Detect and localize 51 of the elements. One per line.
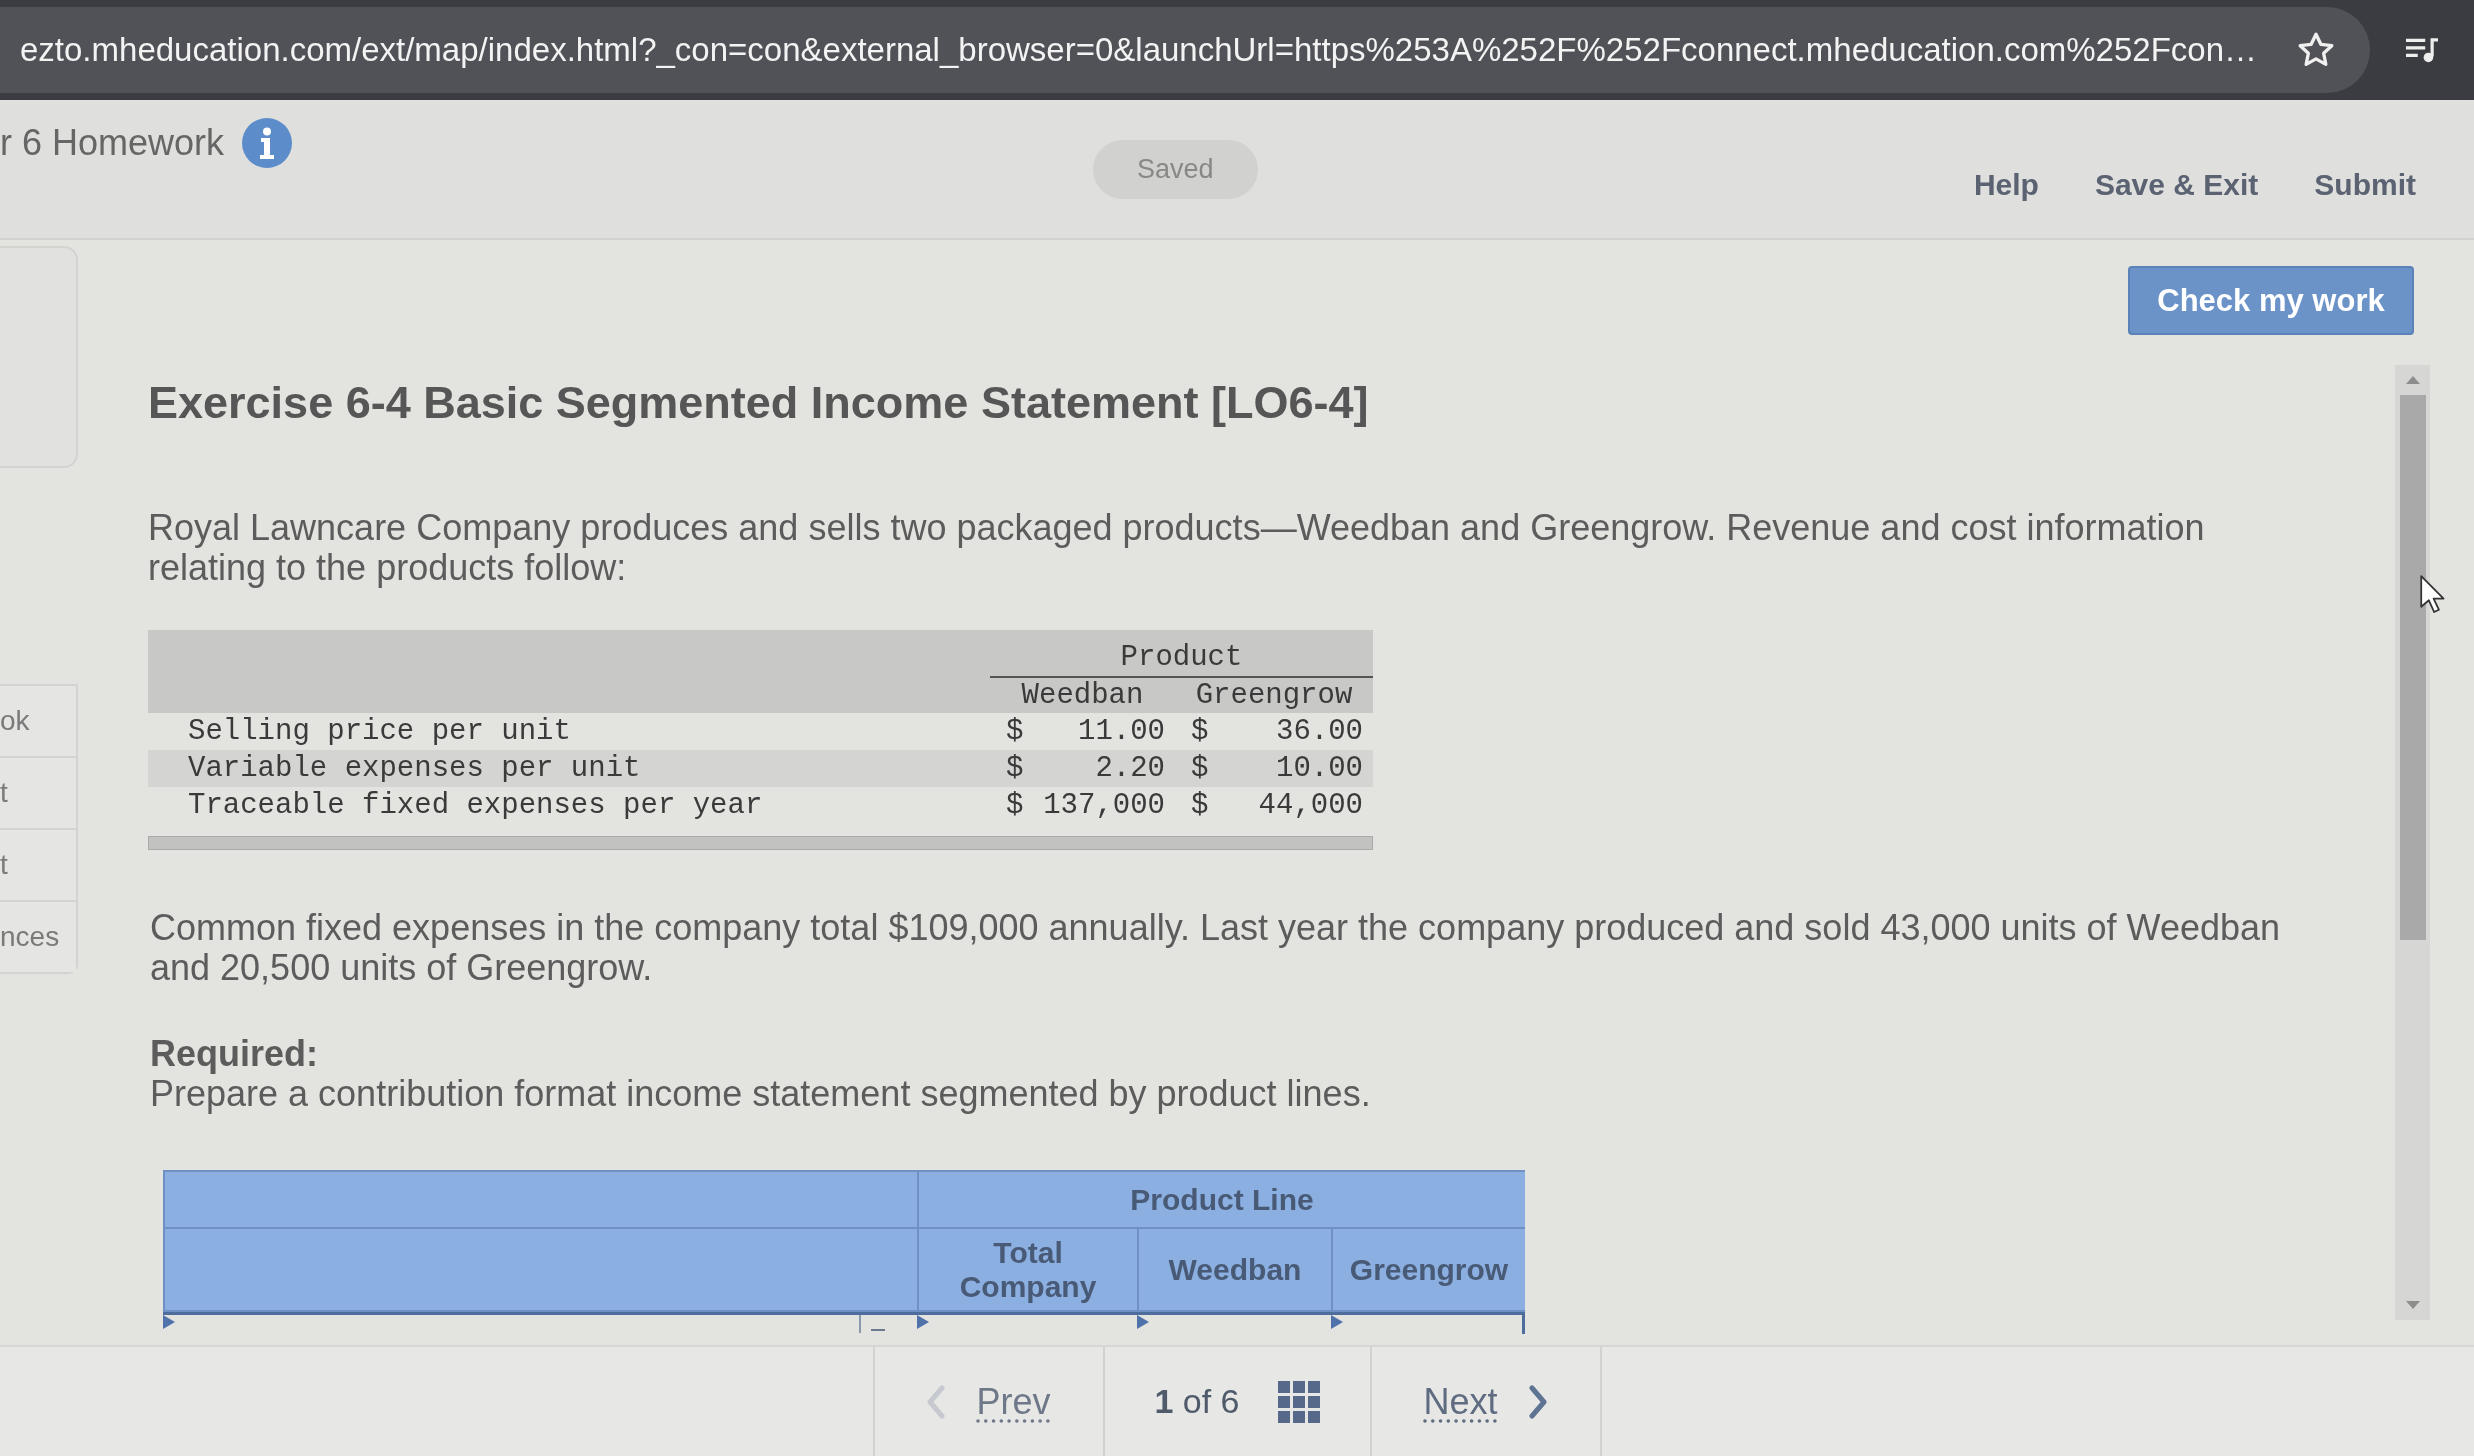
paragraph: Common fixed expenses in the company total $109,000 annually. Last year the company produced and sold 43,000 units of Weedban and 20,500 units of Greengrow.	[150, 908, 2282, 988]
scrollbar-thumb[interactable]	[2399, 395, 2426, 940]
currency-symbol: $	[1191, 789, 1209, 822]
currency-symbol: $	[1006, 715, 1024, 748]
assignment-title: r 6 Homework	[0, 122, 225, 164]
column-header: Weedban	[1020, 679, 1145, 712]
currency-symbol: $	[1006, 752, 1024, 785]
table-cell: 137,000	[1043, 789, 1165, 822]
row-label: Variable expenses per unit	[187, 752, 642, 785]
grid-icon[interactable]	[1277, 1380, 1320, 1423]
scrollbar[interactable]	[2395, 365, 2430, 1320]
page-indicator: 1 of 6	[1154, 1382, 1240, 1421]
column-group-header: Product Line	[919, 1172, 1525, 1227]
table-cell: 10.00	[1276, 752, 1363, 785]
check-my-work-button[interactable]: Check my work	[2128, 266, 2414, 335]
column-header: Greengrow	[1333, 1229, 1525, 1310]
url-text: ezto.mheducation.com/ext/map/index.html?_con=con&external_browser=0&launchUrl=https%253A%252F%252Fconnect.mheducation.com%252Fcon…	[20, 31, 2259, 69]
next-button[interactable]: Next	[1423, 1380, 1548, 1423]
info-icon[interactable]	[242, 118, 293, 168]
header-link[interactable]: Submit	[2314, 168, 2416, 202]
currency-symbol: $	[1191, 715, 1209, 748]
triangle-marker-icon	[163, 1315, 175, 1329]
row-label: Selling price per unit	[187, 715, 572, 748]
list-icon[interactable]	[2406, 36, 2438, 64]
row-label: Traceable fixed expenses per year	[187, 789, 764, 822]
header-link[interactable]: Help	[1973, 168, 2039, 202]
table-cell: 36.00	[1276, 715, 1363, 748]
chevron-right-icon	[1527, 1384, 1548, 1419]
table-cell: 2.20	[1095, 752, 1165, 785]
table-cell: 11.00	[1078, 715, 1165, 748]
triangle-marker-icon	[1331, 1315, 1343, 1329]
triangle-marker-icon	[917, 1315, 929, 1329]
saved-status: Saved	[1093, 139, 1258, 199]
column-header: Total Company	[919, 1229, 1137, 1310]
column-header: Weedban	[1139, 1229, 1331, 1310]
intro-paragraph: Royal Lawncare Company produces and sells two packaged products—Weedban and Greengrow. Revenue and cost information relating to the products follow:	[148, 508, 2206, 588]
address-bar[interactable]: ezto.mheducation.com/ext/map/index.html?_con=con&external_browser=0&launchUrl=https%253A%252F%252Fconnect.mheducation.com%252Fcon…	[0, 7, 2370, 93]
currency-symbol: $	[1006, 789, 1024, 822]
column-group-header: Product	[990, 641, 1373, 678]
exercise-title: Exercise 6-4 Basic Segmented Income Statement [LO6-4]	[148, 376, 1370, 430]
triangle-marker-icon	[1137, 1315, 1149, 1329]
column-header: Greengrow	[1194, 679, 1354, 712]
chevron-left-icon	[926, 1384, 947, 1419]
scroll-up-icon[interactable]	[2405, 376, 2420, 384]
header-link[interactable]: Save & Exit	[2094, 168, 2259, 202]
required-text: Prepare a contribution format income statement segmented by product lines.	[150, 1074, 1372, 1114]
table-cell: 44,000	[1258, 789, 1363, 822]
required-label: Required:	[150, 1034, 319, 1074]
cursor-icon	[2420, 575, 2446, 615]
scroll-down-icon[interactable]	[2405, 1301, 2420, 1309]
currency-symbol: $	[1191, 752, 1209, 785]
